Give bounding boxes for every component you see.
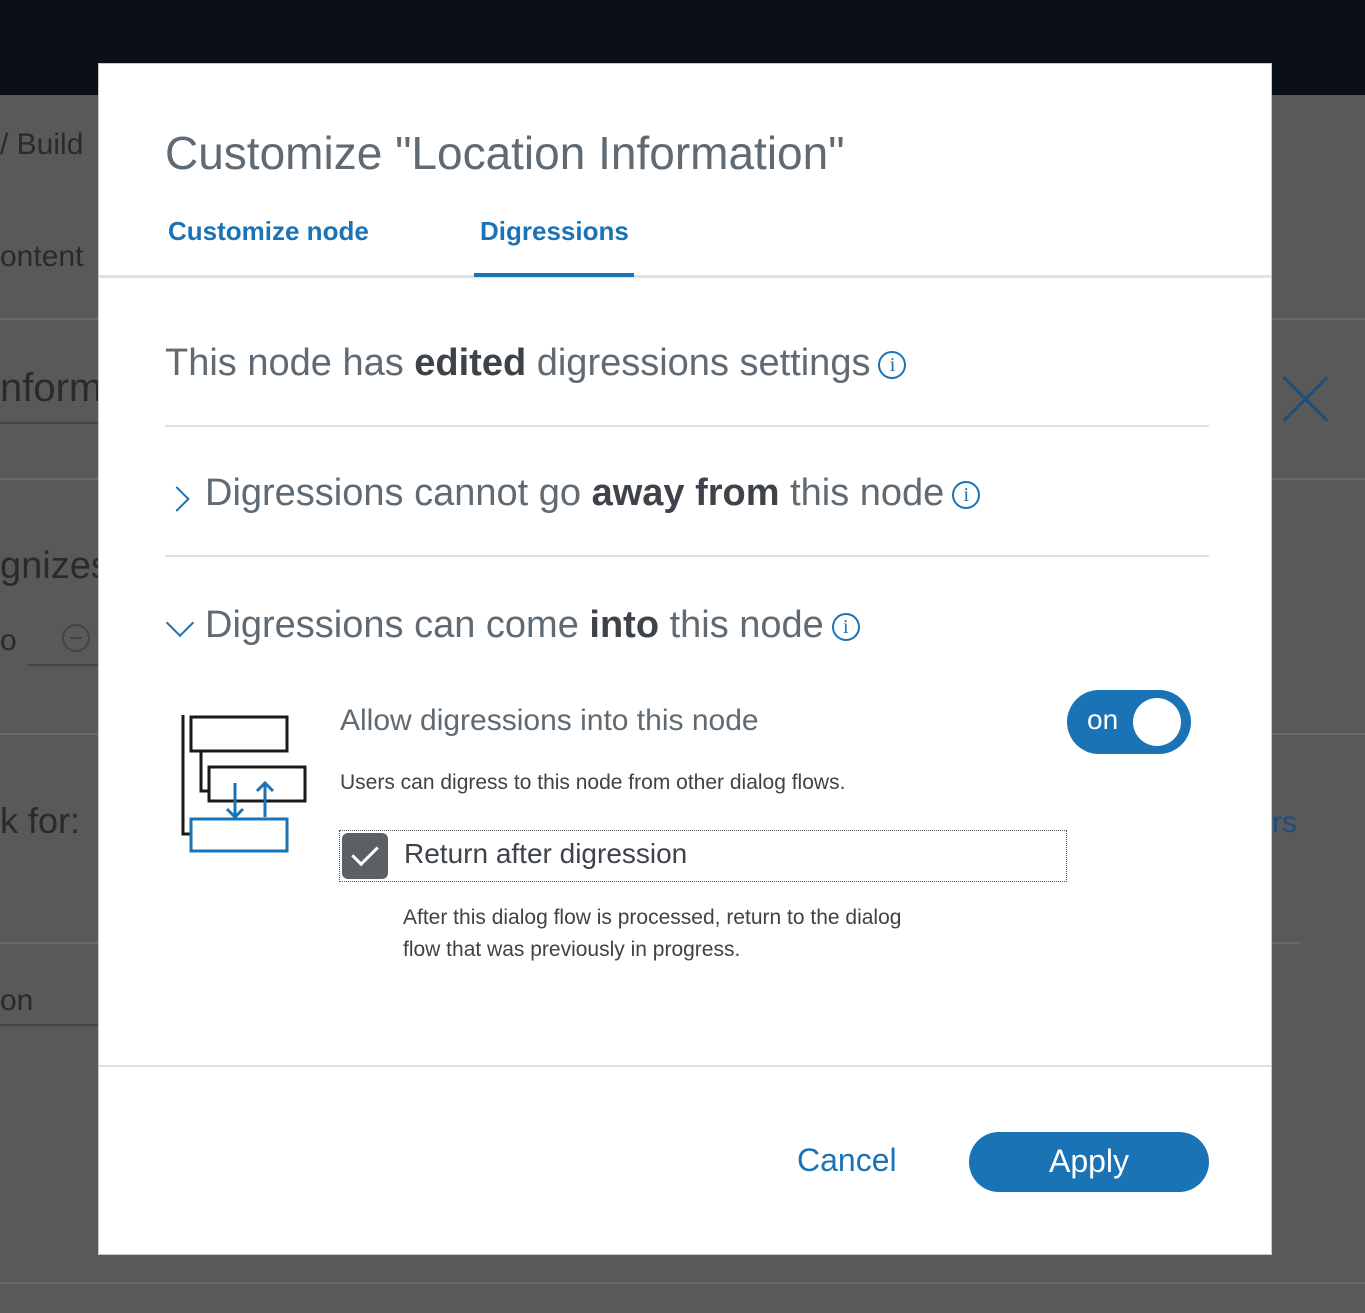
background-check-for-label: k for: <box>0 800 81 841</box>
footer-divider <box>99 1065 1271 1067</box>
section-into-bold: into <box>589 604 660 646</box>
digressions-status-heading: This node has edited digressions setting… <box>165 342 907 385</box>
modal-title: Customize "Location Information" <box>165 127 845 179</box>
background-response: on <box>0 984 34 1017</box>
section-away-prefix: Digressions cannot go <box>205 472 592 514</box>
section-away-suffix: this node <box>779 472 945 514</box>
background-condition: o <box>0 624 17 657</box>
allow-digressions-description: Users can digress to this node from othe… <box>340 771 846 794</box>
allow-digressions-toggle[interactable]: on <box>1067 690 1191 754</box>
section-into-heading[interactable]: Digressions can come into this node i <box>205 604 860 647</box>
return-after-digression-description: After this dialog flow is processed, ret… <box>403 906 902 961</box>
allow-digressions-label: Allow digressions into this node <box>340 704 759 737</box>
background-input-underline <box>0 422 98 424</box>
section-away-bold: away from <box>591 472 780 514</box>
status-heading-bold: edited <box>414 342 527 384</box>
toggle-state-label: on <box>1087 704 1119 735</box>
background-breadcrumb: / Build <box>0 128 84 161</box>
background-content-label: ontent <box>0 240 84 273</box>
active-tab-indicator <box>474 273 634 277</box>
return-after-digression-checkbox[interactable] <box>342 833 388 879</box>
chevron-right-icon[interactable] <box>164 486 190 512</box>
tabs-border <box>99 275 1271 278</box>
background-divider <box>0 942 98 944</box>
section-divider <box>165 425 1209 427</box>
status-heading-prefix: This node has <box>165 342 415 384</box>
section-away-heading[interactable]: Digressions cannot go away from this nod… <box>205 472 981 515</box>
background-divider <box>1272 942 1300 944</box>
section-into-suffix: this node <box>659 604 824 646</box>
background-link: rs <box>1272 806 1297 839</box>
info-icon[interactable]: i <box>878 351 907 379</box>
return-after-digression-row[interactable]: Return after digression <box>339 830 1067 882</box>
tab-customize-node[interactable]: Customize node <box>168 216 369 247</box>
background-divider <box>1272 478 1365 480</box>
customize-modal: Customize "Location Information" Customi… <box>98 63 1272 1255</box>
chevron-down-icon[interactable] <box>165 608 195 638</box>
background-divider <box>0 1282 1365 1284</box>
background-recognizes-label: gnizes <box>0 545 110 587</box>
section-into-prefix: Digressions can come <box>205 604 590 646</box>
return-after-digression-label: Return after digression <box>404 838 688 869</box>
section-divider <box>165 555 1209 557</box>
background-input-underline <box>28 664 98 666</box>
toggle-knob <box>1133 698 1181 746</box>
digression-into-node-illustration-icon <box>181 715 307 853</box>
background-divider <box>1272 733 1365 735</box>
info-icon[interactable]: i <box>831 613 860 641</box>
background-remove-icon <box>62 624 90 652</box>
status-heading-suffix: digressions settings <box>526 342 871 384</box>
background-input-underline <box>0 1024 98 1026</box>
background-divider <box>0 733 98 735</box>
tab-digressions[interactable]: Digressions <box>480 216 629 247</box>
background-divider <box>1272 318 1365 320</box>
cancel-button[interactable]: Cancel <box>797 1142 897 1179</box>
background-divider <box>0 318 98 320</box>
apply-button[interactable]: Apply <box>969 1132 1209 1192</box>
background-close-icon <box>1280 374 1330 424</box>
info-icon[interactable]: i <box>952 481 981 509</box>
background-divider <box>0 478 98 480</box>
